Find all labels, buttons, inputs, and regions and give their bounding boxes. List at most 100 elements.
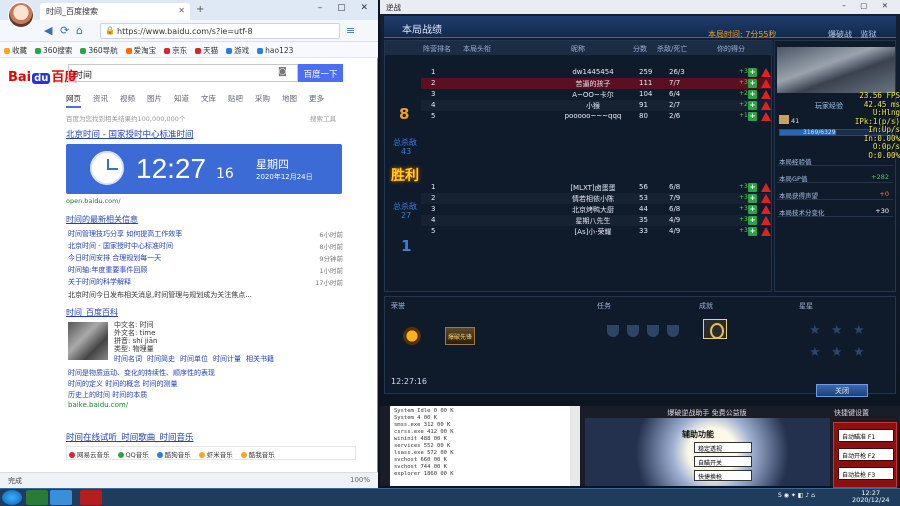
news-item[interactable]: 关于时间的科学解释 bbox=[68, 277, 308, 287]
report-icon[interactable] bbox=[761, 194, 771, 203]
music-result-title[interactable]: 时间在线试听_时间歌曲_时间音乐 bbox=[66, 431, 194, 443]
bookmark-item[interactable]: hao123 bbox=[257, 46, 293, 55]
player-row[interactable]: 5 [As]小·荣耀 33 4/9 +3 + bbox=[421, 226, 771, 237]
achievement-icon[interactable] bbox=[703, 319, 727, 339]
player-row[interactable]: 3 A~OO~卡尔 104 6/4 +27 + bbox=[421, 89, 771, 100]
hotkey-button[interactable]: 自动拾枪 F3 bbox=[838, 467, 894, 480]
add-friend-icon[interactable]: + bbox=[748, 216, 757, 225]
bookmark-item[interactable]: 360导航 bbox=[80, 45, 117, 56]
helper-button[interactable]: 自瞄开关 bbox=[694, 456, 752, 467]
process-row[interactable]: svchost 744 00 K bbox=[394, 464, 576, 471]
browser-tab[interactable]: 时间_百度搜索 ✕ bbox=[40, 3, 190, 20]
add-friend-icon[interactable]: + bbox=[748, 112, 757, 121]
add-friend-icon[interactable]: + bbox=[748, 227, 757, 236]
music-source-tab[interactable]: QQ音乐 bbox=[118, 449, 149, 459]
search-tab[interactable]: 知道 bbox=[174, 93, 189, 104]
system-clock[interactable]: 12:27 2020/12/24 bbox=[852, 490, 889, 504]
player-row[interactable]: 4 星期八先生 35 4/9 +3 + bbox=[421, 215, 771, 226]
scrollbar[interactable] bbox=[570, 406, 580, 486]
encyclopedia-link[interactable]: 时间单位 bbox=[180, 355, 208, 363]
encyclopedia-link[interactable]: 相关书籍 bbox=[246, 355, 274, 363]
encyclopedia-row[interactable]: 历史上的时间 时间的本质 bbox=[68, 390, 308, 400]
music-source-tab[interactable]: 酷我音乐 bbox=[241, 449, 275, 459]
new-tab-icon[interactable]: + bbox=[196, 4, 204, 15]
helper-button[interactable]: 快捷换枪 bbox=[694, 470, 752, 481]
close-tab-icon[interactable]: ✕ bbox=[178, 6, 185, 15]
news-title[interactable]: 时间的最新相关信息 bbox=[66, 214, 138, 225]
process-row[interactable]: explorer 1860 00 K bbox=[394, 471, 576, 478]
avatar[interactable] bbox=[8, 2, 34, 28]
process-row[interactable]: lsass.exe 572 00 K bbox=[394, 450, 576, 457]
add-friend-icon[interactable]: + bbox=[748, 68, 757, 77]
search-tab[interactable]: 文库 bbox=[201, 93, 216, 104]
music-source-tab[interactable]: 虾米音乐 bbox=[199, 449, 233, 459]
player-row[interactable]: 1 dw1445454 259 26/3 +35 + bbox=[421, 67, 771, 78]
result-url[interactable]: open.baidu.com/ bbox=[66, 197, 121, 205]
refresh-icon[interactable]: ⟳ bbox=[60, 24, 69, 37]
window-controls[interactable]: – ▢ ✕ bbox=[842, 1, 894, 10]
process-row[interactable]: System 4 00 K bbox=[394, 415, 576, 422]
news-item[interactable]: 今日时间安排 合理规划每一天 bbox=[68, 253, 308, 263]
bookmark-item[interactable]: 天猫 bbox=[195, 45, 218, 56]
report-icon[interactable] bbox=[761, 79, 771, 88]
encyclopedia-link[interactable]: 时间计量 bbox=[213, 355, 241, 363]
bookmark-item[interactable]: 爱淘宝 bbox=[126, 45, 157, 56]
system-tray-icons[interactable]: S ◉ ✦ ◧ ♪ ⌂ bbox=[778, 492, 815, 499]
search-tab[interactable]: 图片 bbox=[147, 93, 162, 104]
taskbar-browser-icon[interactable] bbox=[50, 490, 72, 505]
player-row[interactable]: 5 pooooo~~~qqq 80 2/6 +1 + bbox=[421, 111, 771, 122]
add-friend-icon[interactable]: + bbox=[748, 183, 757, 192]
process-row[interactable]: svchost 660 00 K bbox=[394, 457, 576, 464]
news-item[interactable]: 时间管理技巧分享 如何提高工作效率 bbox=[68, 229, 308, 239]
report-icon[interactable] bbox=[761, 227, 771, 236]
honor-badge[interactable]: 爆破先锋 bbox=[445, 327, 475, 345]
hotkey-button[interactable]: 自动瞄准 F1 bbox=[838, 429, 894, 442]
bookmark-item[interactable]: 360搜索 bbox=[35, 45, 72, 56]
player-row[interactable]: 1 [MLXT]卤蛋蛋 56 6/8 +3 + bbox=[421, 182, 771, 193]
report-icon[interactable] bbox=[761, 183, 771, 192]
medal-icon[interactable] bbox=[399, 323, 425, 349]
report-icon[interactable] bbox=[761, 112, 771, 121]
music-source-tab[interactable]: 酷狗音乐 bbox=[157, 449, 191, 459]
news-item[interactable]: 时间轴:年度重要事件回顾 bbox=[68, 265, 308, 275]
report-icon[interactable] bbox=[761, 101, 771, 110]
process-row[interactable]: wininit 488 00 K bbox=[394, 436, 576, 443]
taskbar-app-icon[interactable] bbox=[26, 490, 48, 505]
report-icon[interactable] bbox=[761, 216, 771, 225]
window-controls[interactable]: – ▢ ✕ bbox=[318, 3, 374, 13]
process-row[interactable]: System Idle 0 00 K bbox=[394, 408, 576, 415]
encyclopedia-link[interactable]: 时间简史 bbox=[147, 355, 175, 363]
start-button[interactable] bbox=[2, 490, 22, 505]
process-row[interactable]: csrss.exe 412 00 K bbox=[394, 429, 576, 436]
report-icon[interactable] bbox=[761, 205, 771, 214]
back-icon[interactable]: ◀ bbox=[44, 24, 52, 37]
process-row[interactable]: services 552 00 K bbox=[394, 443, 576, 450]
encyclopedia-title[interactable]: 时间_百度百科 bbox=[66, 307, 118, 318]
player-row[interactable]: 2 苦逼的孩子 111 7/7 +35 + bbox=[421, 78, 771, 89]
search-tab[interactable]: 资讯 bbox=[93, 93, 108, 104]
player-row[interactable]: 3 北京烤鸭大厨 44 6/8 +3 + bbox=[421, 204, 771, 215]
report-icon[interactable] bbox=[761, 68, 771, 77]
home-icon[interactable]: ⌂ bbox=[76, 24, 83, 37]
search-tab[interactable]: 贴吧 bbox=[228, 93, 243, 104]
process-row[interactable]: smss.exe 312 00 K bbox=[394, 422, 576, 429]
encyclopedia-row[interactable]: 时间的定义 时间的概念 时间的测量 bbox=[68, 379, 308, 389]
encyclopedia-row[interactable]: baike.baidu.com/ bbox=[68, 401, 308, 409]
bookmark-item[interactable]: 游戏 bbox=[226, 45, 249, 56]
add-friend-icon[interactable]: + bbox=[748, 205, 757, 214]
search-button[interactable]: 百度一下 bbox=[298, 64, 343, 82]
player-row[interactable]: 2 情若相依小陈 53 7/9 +3 + bbox=[421, 193, 771, 204]
add-friend-icon[interactable]: + bbox=[748, 79, 757, 88]
taskbar-game-icon[interactable] bbox=[80, 490, 102, 505]
menu-icon[interactable]: ≡ bbox=[346, 24, 355, 37]
news-item[interactable]: 北京时间 - 国家授时中心标准时间 bbox=[68, 241, 308, 251]
encyclopedia-row[interactable]: 时间是物质运动、变化的持续性、顺序性的表现 bbox=[68, 368, 308, 378]
add-friend-icon[interactable]: + bbox=[748, 90, 757, 99]
result-title-beijing-time[interactable]: 北京时间 - 国家授时中心标准时间 bbox=[66, 128, 193, 140]
process-list[interactable]: System Idle 0 00 K System 4 00 Ksmss.exe … bbox=[390, 406, 580, 486]
encyclopedia-link[interactable]: 时间名词 bbox=[114, 355, 142, 363]
bookmark-item[interactable]: 收藏 bbox=[4, 45, 27, 56]
encyclopedia-thumbnail[interactable] bbox=[68, 322, 108, 360]
search-tab[interactable]: 更多 bbox=[309, 93, 324, 104]
add-friend-icon[interactable]: + bbox=[748, 194, 757, 203]
